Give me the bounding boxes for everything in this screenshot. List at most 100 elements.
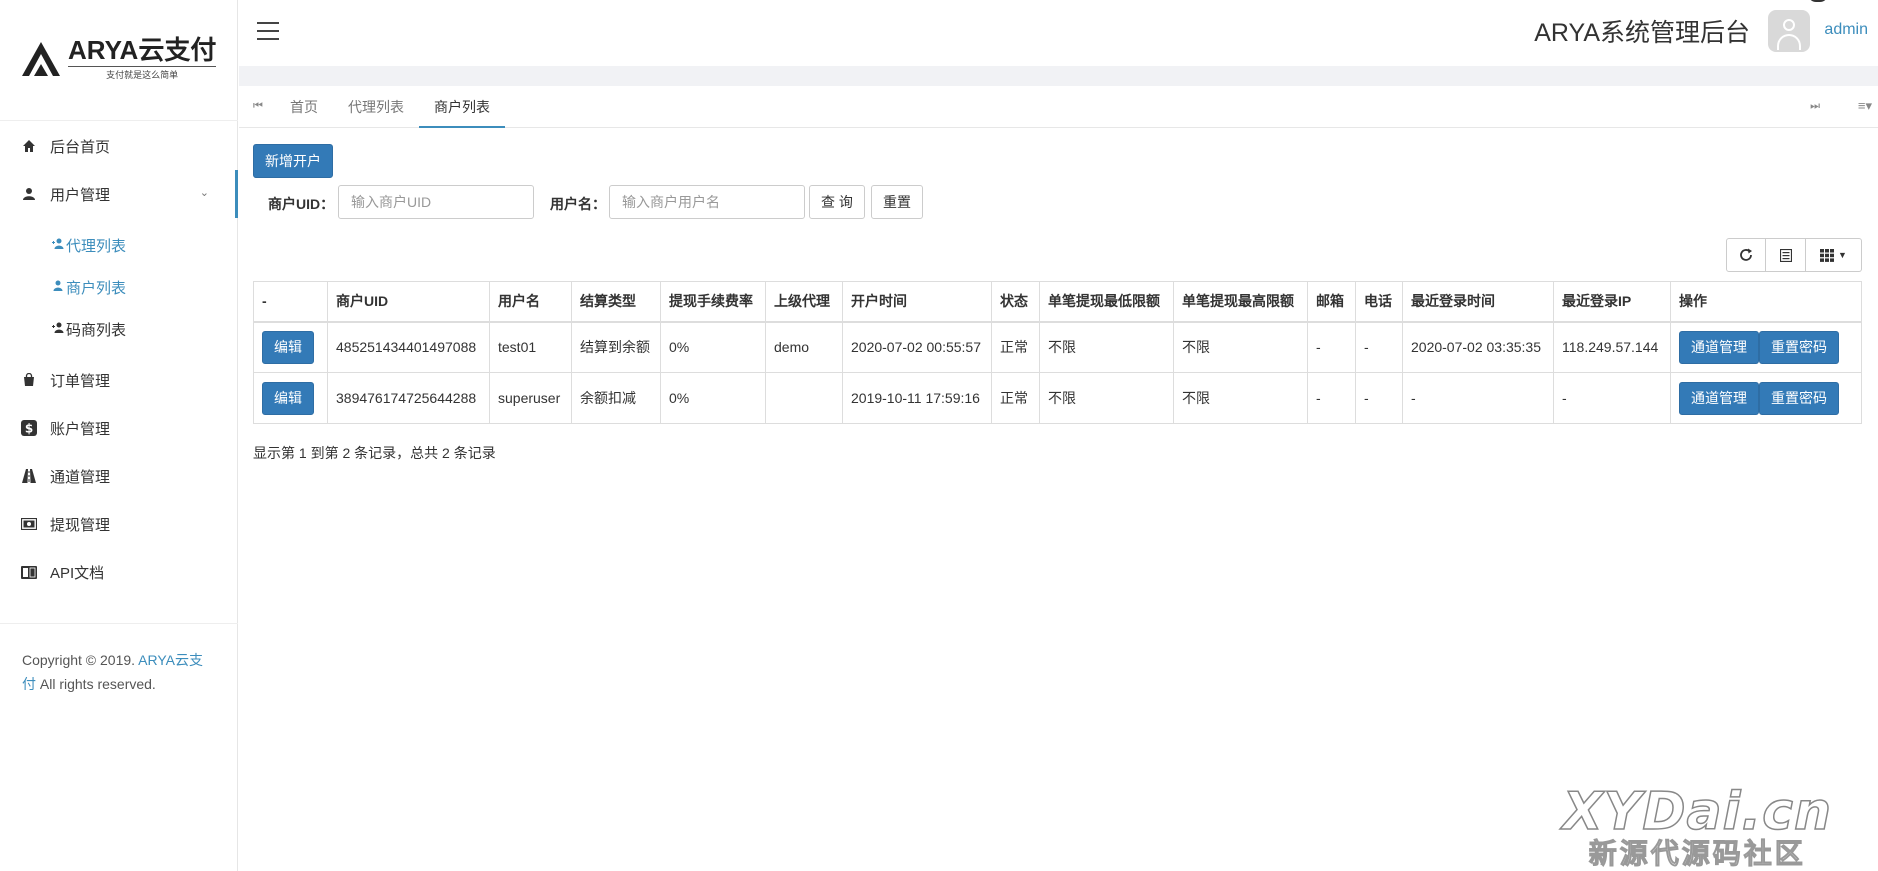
edit-button[interactable]: 编辑 [262, 381, 314, 415]
cell-min-limit: 不限 [1039, 372, 1174, 424]
cell-status: 正常 [991, 372, 1040, 424]
sidebar-item-label: 订单管理 [50, 372, 111, 390]
sidebar-divider [0, 623, 238, 624]
tab-scroll-left-icon[interactable]: ⏮ [253, 100, 263, 113]
column-header[interactable]: 电话 [1355, 281, 1403, 323]
brand-tagline: 支付就是这么简单 [68, 66, 217, 81]
logo[interactable]: ARYA云支付 支付就是这么简单 [20, 35, 217, 81]
uid-label: 商户UID： [268, 196, 335, 212]
home-icon [20, 137, 38, 155]
table-header-row: - 商户UID 用户名 结算类型 提现手续费率 上级代理 开户时间 状态 单笔提… [253, 281, 1862, 323]
table-toolbar: ▼ [1726, 238, 1862, 272]
cell-status: 正常 [991, 321, 1040, 373]
reset-password-button[interactable]: 重置密码 [1759, 381, 1839, 415]
cell-agent [765, 372, 843, 424]
column-header[interactable]: 用户名 [489, 281, 572, 323]
top-header: ARYA系统管理后台 admin [239, 0, 1878, 66]
channel-manage-button[interactable]: 通道管理 [1679, 330, 1759, 364]
tab-scroll-right-icon[interactable]: ⏭ [1810, 100, 1820, 113]
sidebar-subitem-coders[interactable]: 码商列表 [0, 308, 238, 350]
username-link[interactable]: admin [1824, 21, 1868, 39]
reset-password-button[interactable]: 重置密码 [1759, 330, 1839, 364]
username-label: 用户名： [550, 196, 606, 212]
cell-settle-type: 结算到余额 [571, 321, 661, 373]
cell-created: 2019-10-11 17:59:16 [842, 372, 992, 424]
column-header[interactable]: 结算类型 [571, 281, 661, 323]
table-row: 编辑 485251434401497088 test01 结算到余额 0% de… [253, 321, 1862, 373]
sidebar-item-api-docs[interactable]: API文档 [0, 548, 238, 596]
edit-button[interactable]: 编辑 [262, 330, 314, 364]
query-button[interactable]: 查 询 [809, 185, 865, 219]
cell-created: 2020-07-02 00:55:57 [842, 321, 992, 373]
sidebar-divider [0, 120, 238, 121]
cell-max-limit: 不限 [1173, 321, 1308, 373]
road-icon [20, 467, 38, 485]
column-header[interactable]: 最近登录IP [1553, 281, 1671, 323]
column-header[interactable]: 开户时间 [842, 281, 992, 323]
column-header[interactable]: 提现手续费率 [660, 281, 766, 323]
column-header[interactable]: 上级代理 [765, 281, 843, 323]
sidebar: ARYA云支付 支付就是这么简单 后台首页 用户管理 ⌄ 代理列表 商户列表 码… [0, 0, 238, 871]
copyright-prefix: Copyright © 2019. [22, 652, 139, 668]
columns-toggle-icon[interactable]: ▼ [1806, 238, 1862, 272]
sidebar-item-label: 提现管理 [50, 516, 111, 534]
dollar-icon: $ [20, 419, 38, 437]
cell-phone: - [1355, 321, 1403, 373]
sidebar-subitem-label: 代理列表 [66, 237, 127, 255]
avatar[interactable] [1768, 10, 1810, 52]
watermark-top: XYDai.cn [1562, 782, 1832, 842]
sidebar-item-label: 后台首页 [50, 138, 111, 156]
column-header[interactable]: 商户UID [327, 281, 490, 323]
shopping-bag-icon [20, 371, 38, 389]
column-header[interactable]: 最近登录时间 [1402, 281, 1554, 323]
tab-menu-icon[interactable]: ≡▾ [1858, 98, 1872, 114]
column-header[interactable]: 单笔提现最低限额 [1039, 281, 1174, 323]
header-separator [239, 66, 1878, 86]
sidebar-item-withdrawals[interactable]: 提现管理 [0, 500, 238, 548]
sidebar-subitem-label: 商户列表 [66, 279, 127, 297]
column-header[interactable]: 单笔提现最高限额 [1173, 281, 1308, 323]
cell-phone: - [1355, 372, 1403, 424]
column-header[interactable]: 邮箱 [1307, 281, 1356, 323]
cell-username: test01 [489, 321, 572, 373]
reset-button[interactable]: 重置 [871, 185, 923, 219]
tab-bar: ⏮ 首页 代理列表 商户列表 ⏭ ≡▾ [239, 86, 1878, 128]
cell-last-ip: 118.249.57.144 [1553, 321, 1671, 373]
toggle-view-icon[interactable] [1766, 238, 1806, 272]
cell-last-login: 2020-07-02 03:35:35 [1402, 321, 1554, 373]
sidebar-subitem-merchants[interactable]: 商户列表 [0, 266, 238, 308]
brand-name: ARYA云支付 [68, 35, 217, 65]
header-decoration [1808, 0, 1828, 2]
sidebar-item-dashboard[interactable]: 后台首页 [0, 122, 238, 170]
sidebar-subitem-agents[interactable]: 代理列表 [0, 224, 238, 266]
sidebar-item-accounts[interactable]: $ 账户管理 [0, 404, 238, 452]
column-header[interactable]: 操作 [1670, 281, 1862, 323]
cell-min-limit: 不限 [1039, 321, 1174, 373]
copyright: Copyright © 2019. ARYA云支付 All rights res… [22, 648, 212, 696]
uid-search-input[interactable] [338, 185, 534, 219]
tab-home[interactable]: 首页 [275, 86, 333, 128]
sidebar-item-channels[interactable]: 通道管理 [0, 452, 238, 500]
add-merchant-button[interactable]: 新增开户 [253, 144, 333, 178]
cell-fee-rate: 0% [660, 372, 766, 424]
cell-agent: demo [765, 321, 843, 373]
users-submenu: 代理列表 商户列表 码商列表 [0, 218, 238, 356]
tab-agents[interactable]: 代理列表 [333, 86, 419, 128]
user-icon [52, 280, 64, 294]
sidebar-item-users[interactable]: 用户管理 ⌄ [0, 170, 238, 218]
menu-toggle-icon[interactable] [257, 22, 279, 40]
username-search-input[interactable] [609, 185, 805, 219]
cell-email: - [1307, 321, 1356, 373]
sidebar-item-orders[interactable]: 订单管理 [0, 356, 238, 404]
sidebar-item-label: 通道管理 [50, 468, 111, 486]
channel-manage-button[interactable]: 通道管理 [1679, 381, 1759, 415]
table-row: 编辑 389476174725644288 superuser 余额扣减 0% … [253, 372, 1862, 424]
column-header[interactable]: - [253, 281, 328, 323]
cell-actions: 通道管理 重置密码 [1670, 321, 1862, 373]
tab-merchants[interactable]: 商户列表 [419, 86, 505, 128]
column-header[interactable]: 状态 [991, 281, 1040, 323]
copyright-suffix: All rights reserved. [36, 676, 156, 692]
refresh-icon[interactable] [1726, 238, 1766, 272]
svg-text:$: $ [25, 422, 33, 436]
sidebar-menu: 后台首页 用户管理 ⌄ 代理列表 商户列表 码商列表 订单管理 $ 账户管理 通… [0, 122, 238, 596]
